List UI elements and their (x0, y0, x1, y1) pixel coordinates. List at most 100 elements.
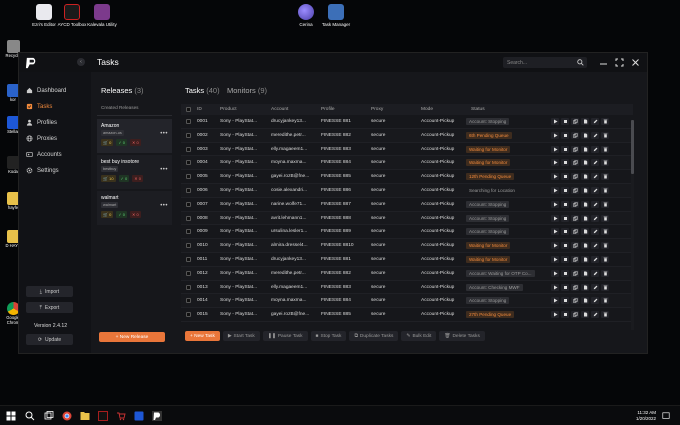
collapse-sidebar-button[interactable]: ‹ (77, 58, 85, 66)
edit-button[interactable] (591, 214, 599, 222)
edit-button[interactable] (591, 145, 599, 153)
play-button[interactable] (551, 242, 559, 250)
expand-icon[interactable] (614, 57, 625, 68)
trash-button[interactable] (601, 187, 609, 194)
column-header-proxy[interactable]: Proxy (371, 107, 383, 112)
edit-button[interactable] (591, 173, 599, 181)
row-checkbox[interactable] (186, 146, 191, 152)
copy-button[interactable] (571, 256, 579, 263)
copy-button[interactable] (571, 269, 579, 277)
stop-button[interactable] (561, 297, 569, 305)
windows-start-icon[interactable] (6, 411, 16, 421)
table-row[interactable]: 0011 Sony - PlayStat... drucyjankey13... FI… (181, 253, 633, 267)
stellar-icon[interactable] (134, 411, 144, 421)
play-button[interactable] (551, 200, 559, 208)
trash-button[interactable] (601, 173, 609, 181)
row-checkbox[interactable] (186, 132, 191, 138)
stop-button[interactable] (561, 283, 569, 291)
file-button[interactable] (581, 159, 589, 167)
edit-button[interactable] (591, 283, 599, 291)
stop-button[interactable] (561, 173, 569, 181)
stop-button[interactable] (561, 214, 569, 222)
row-checkbox[interactable] (186, 298, 191, 304)
system-clock[interactable]: 11:32 AM 1/20/2022 (636, 410, 656, 422)
column-header-profile[interactable]: Profile (321, 107, 335, 112)
sidebar-item-dashboard[interactable]: Dashboard (26, 84, 86, 97)
file-button[interactable] (581, 118, 589, 125)
desktop-icon-task-manager[interactable]: Task Manager (316, 4, 356, 27)
row-checkbox[interactable] (186, 215, 191, 221)
file-button[interactable] (581, 311, 589, 319)
file-button[interactable] (581, 256, 589, 263)
file-button[interactable] (581, 283, 589, 291)
file-explorer-icon[interactable] (80, 411, 90, 421)
chrome-icon[interactable] (62, 411, 72, 421)
file-button[interactable] (581, 131, 589, 139)
search-icon[interactable] (577, 59, 584, 66)
sidebar-item-proxies[interactable]: Proxies (26, 132, 86, 145)
play-button[interactable] (551, 145, 559, 153)
column-header-mode[interactable]: Mode (421, 107, 433, 112)
aycd-icon[interactable] (98, 411, 108, 421)
table-row[interactable]: 0004 Sony - PlayStat... moyna.maxma... FINE… (181, 156, 633, 171)
delete-tasks-button[interactable]: 🗑 Delete Tasks (439, 331, 485, 341)
edit-button[interactable] (591, 311, 599, 319)
sidebar-item-accounts[interactable]: Accounts (26, 148, 86, 161)
search-input[interactable] (507, 58, 573, 67)
export-button[interactable]: ⤒ Export (26, 302, 73, 313)
copy-button[interactable] (571, 283, 579, 291)
edit-button[interactable] (591, 297, 599, 305)
sidebar-item-tasks[interactable]: Tasks (26, 100, 86, 113)
close-icon[interactable] (630, 57, 641, 68)
table-scrollbar[interactable] (631, 120, 634, 330)
row-checkbox[interactable] (186, 312, 191, 318)
trash-button[interactable] (601, 131, 609, 139)
search-icon[interactable] (25, 411, 35, 421)
sidebar-item-settings[interactable]: Settings (26, 164, 86, 177)
task-view-icon[interactable] (44, 411, 54, 421)
table-row[interactable]: 0006 Sony - PlayStat... cosie.alexandri...… (181, 184, 633, 198)
row-checkbox[interactable] (186, 174, 191, 180)
more-options-icon[interactable]: ••• (160, 203, 168, 209)
copy-button[interactable] (571, 118, 579, 125)
table-row[interactable]: 0013 Sony - PlayStat... elly.magaeem1... FI… (181, 281, 633, 295)
row-checkbox[interactable] (186, 201, 191, 207)
trash-button[interactable] (601, 297, 609, 305)
row-checkbox[interactable] (186, 243, 191, 249)
trash-button[interactable] (601, 200, 609, 208)
play-button[interactable] (551, 131, 559, 139)
tab-monitors[interactable]: Monitors (9) (227, 86, 267, 95)
new-release-button[interactable]: + New Release (99, 332, 165, 342)
file-button[interactable] (581, 297, 589, 305)
row-checkbox[interactable] (186, 257, 191, 262)
row-checkbox[interactable] (186, 119, 191, 124)
column-header-id[interactable]: ID (197, 107, 202, 112)
stop-button[interactable] (561, 242, 569, 250)
table-row[interactable]: 0007 Sony - PlayStat... narine.wolfe71... F… (181, 198, 633, 212)
copy-button[interactable] (571, 297, 579, 305)
update-button[interactable]: ⟳ Update (26, 334, 73, 345)
table-row[interactable]: 0001 Sony - PlayStat... drucyjankey13... FI… (181, 115, 633, 129)
trash-button[interactable] (601, 159, 609, 167)
pause-task-button[interactable]: ❚❚ Pause Task (262, 331, 308, 341)
play-button[interactable] (551, 173, 559, 181)
edit-button[interactable] (591, 118, 599, 125)
new-task-button[interactable]: + New Task (185, 331, 220, 341)
play-button[interactable] (551, 214, 559, 222)
release-card[interactable]: Amazon amazon-us ••• 🛒 0 ✓ 0 ✕ 0 (97, 119, 172, 153)
play-button[interactable] (551, 269, 559, 277)
edit-button[interactable] (591, 228, 599, 236)
copy-button[interactable] (571, 200, 579, 208)
stop-button[interactable] (561, 269, 569, 277)
stop-task-button[interactable]: ■ Stop Task (310, 331, 347, 341)
desktop-icon-kalevala-utility[interactable]: Kalevala Utility (82, 4, 122, 27)
trash-button[interactable] (601, 242, 609, 250)
notification-icon[interactable] (662, 412, 670, 420)
table-row[interactable]: 0010 Sony - PlayStat... almira.dressel4...… (181, 239, 633, 253)
copy-button[interactable] (571, 228, 579, 236)
stop-button[interactable] (561, 187, 569, 194)
play-button[interactable] (551, 311, 559, 319)
copy-button[interactable] (571, 214, 579, 222)
edit-button[interactable] (591, 200, 599, 208)
stop-button[interactable] (561, 145, 569, 153)
